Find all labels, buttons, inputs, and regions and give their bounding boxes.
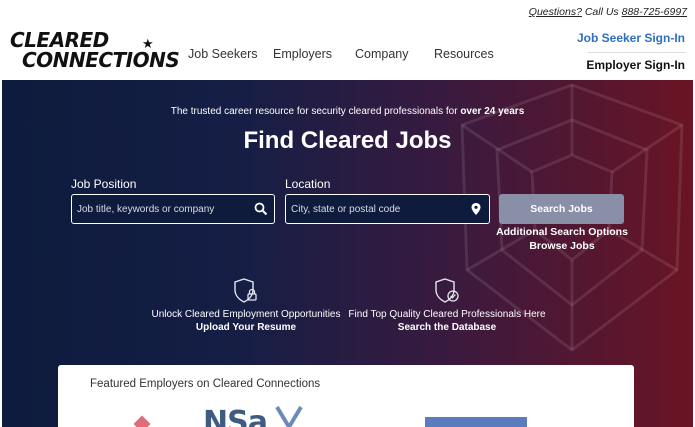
location-label: Location: [285, 177, 331, 191]
additional-search-link[interactable]: Additional Search Options: [495, 226, 629, 238]
employer-signin-link[interactable]: Employer Sign-In: [586, 58, 685, 72]
employer-logo-partial[interactable]: [133, 415, 151, 427]
hero-title: Find Cleared Jobs: [243, 127, 452, 154]
search-icon[interactable]: [254, 202, 268, 216]
search-database-link[interactable]: Search the Database: [347, 322, 547, 333]
upload-resume-link[interactable]: Upload Your Resume: [146, 322, 346, 333]
questions-link[interactable]: Questions?: [529, 6, 582, 18]
nav-job-seekers[interactable]: Job Seekers: [188, 47, 257, 61]
hero-section: The trusted career resource for security…: [2, 80, 693, 427]
nav-employers[interactable]: Employers: [273, 47, 332, 61]
logo-line-2: Connections: [22, 48, 180, 72]
call-us-text: Call Us: [584, 6, 619, 18]
cleared-connections-logo[interactable]: Cleared ★ Connections: [8, 28, 180, 72]
job-seeker-signin-link[interactable]: Job Seeker Sign-In: [577, 31, 685, 45]
logo-line-1: Cleared: [10, 28, 109, 52]
employer-logo-mark: [275, 405, 303, 427]
shield-lock-icon: [234, 278, 257, 303]
location-field[interactable]: [285, 194, 490, 224]
shield-check-icon: [435, 278, 459, 303]
feature-text: Find Top Quality Cleared Professionals H…: [348, 309, 546, 320]
search-jobs-button[interactable]: Search Jobs: [499, 194, 624, 224]
location-pin-icon: [471, 203, 481, 215]
tagline-emphasis: over 24 years: [460, 106, 525, 117]
featured-employers-card: Featured Employers on Cleared Connection…: [58, 365, 634, 427]
employer-logo-nsa[interactable]: NSa: [203, 405, 268, 427]
job-position-field[interactable]: [71, 194, 275, 224]
phone-link[interactable]: 888-725-6997: [622, 6, 687, 18]
tagline-text: The trusted career resource for security…: [170, 106, 458, 117]
feature-text: Unlock Cleared Employment Opportunities: [151, 309, 341, 320]
job-position-label: Job Position: [71, 177, 137, 191]
contact-line: Questions? Call Us 888-725-6997: [529, 6, 687, 18]
featured-employers-title: Featured Employers on Cleared Connection…: [90, 378, 321, 390]
site-header: Cleared ★ Connections Job Seekers Employ…: [0, 0, 695, 80]
job-position-input[interactable]: [77, 202, 247, 216]
nav-company[interactable]: Company: [355, 47, 409, 61]
browse-jobs-link[interactable]: Browse Jobs: [495, 240, 629, 252]
nav-resources[interactable]: Resources: [434, 47, 494, 61]
feature-search-database: Find Top Quality Cleared Professionals H…: [347, 276, 547, 333]
employer-logo-box[interactable]: [425, 417, 527, 427]
signin-divider: [588, 52, 686, 53]
feature-upload-resume: Unlock Cleared Employment Opportunities …: [146, 276, 346, 333]
location-input[interactable]: [291, 202, 461, 216]
hero-tagline: The trusted career resource for security…: [2, 106, 693, 117]
